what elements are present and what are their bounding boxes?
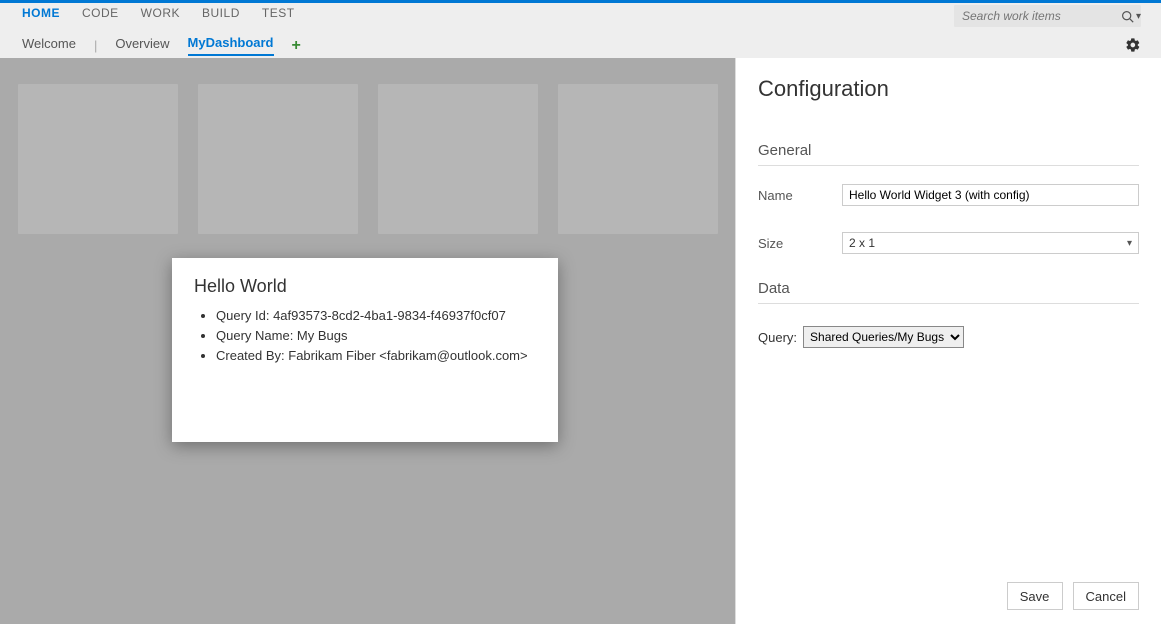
add-dashboard-icon[interactable]: + — [292, 39, 301, 53]
separator: | — [94, 38, 97, 53]
tab-build[interactable]: BUILD — [202, 6, 240, 20]
list-item: Query Name: My Bugs — [216, 327, 536, 345]
configuration-panel: Configuration General Name Size 2 x 1 ▾ … — [735, 58, 1161, 624]
subtab-mydashboard[interactable]: MyDashboard — [188, 35, 274, 56]
widget-details-list: Query Id: 4af93573-8cd2-4ba1-9834-f46937… — [194, 307, 536, 366]
dashboard-canvas: Hello World Query Id: 4af93573-8cd2-4ba1… — [0, 58, 735, 624]
search-box[interactable]: ▾ — [954, 5, 1141, 27]
save-button[interactable]: Save — [1007, 582, 1063, 610]
query-select[interactable]: Shared Queries/My Bugs — [803, 326, 964, 348]
navigation-bar: HOME CODE WORK BUILD TEST Welcome | Over… — [0, 3, 1161, 58]
name-input[interactable] — [842, 184, 1139, 206]
list-item: Created By: Fabrikam Fiber <fabrikam@out… — [216, 347, 536, 365]
cancel-button[interactable]: Cancel — [1073, 582, 1139, 610]
query-name-label: Query Name: — [216, 328, 297, 343]
widget-placeholder[interactable] — [378, 84, 538, 234]
name-label: Name — [758, 188, 842, 203]
tab-code[interactable]: CODE — [82, 6, 119, 20]
query-id-value: 4af93573-8cd2-4ba1-9834-f46937f0cf07 — [273, 308, 506, 323]
created-by-value: Fabrikam Fiber <fabrikam@outlook.com> — [288, 348, 527, 363]
footer-buttons: Save Cancel — [1007, 582, 1139, 610]
widget-placeholder[interactable] — [558, 84, 718, 234]
query-label: Query: — [758, 330, 797, 345]
name-row: Name — [758, 184, 1139, 206]
primary-tabs: HOME CODE WORK BUILD TEST — [22, 6, 295, 20]
widget-placeholder[interactable] — [18, 84, 178, 234]
search-icon[interactable]: ▾ — [1121, 10, 1141, 23]
hello-world-widget[interactable]: Hello World Query Id: 4af93573-8cd2-4ba1… — [172, 258, 558, 442]
tab-home[interactable]: HOME — [22, 6, 60, 20]
secondary-tabs: Welcome | Overview MyDashboard + — [22, 35, 301, 56]
size-select[interactable]: 2 x 1 ▾ — [842, 232, 1139, 254]
gear-icon[interactable] — [1125, 37, 1141, 58]
section-data: Data — [758, 280, 1139, 304]
chevron-down-icon: ▾ — [1127, 238, 1132, 249]
subtab-overview[interactable]: Overview — [115, 36, 169, 55]
list-item: Query Id: 4af93573-8cd2-4ba1-9834-f46937… — [216, 307, 536, 325]
query-id-label: Query Id: — [216, 308, 273, 323]
tab-work[interactable]: WORK — [141, 6, 180, 20]
size-label: Size — [758, 236, 842, 251]
query-name-value: My Bugs — [297, 328, 348, 343]
search-input[interactable] — [960, 8, 1121, 24]
size-row: Size 2 x 1 ▾ — [758, 232, 1139, 254]
subtab-welcome[interactable]: Welcome — [22, 36, 76, 55]
widget-placeholder[interactable] — [198, 84, 358, 234]
created-by-label: Created By: — [216, 348, 288, 363]
config-title: Configuration — [758, 76, 1139, 102]
tab-test[interactable]: TEST — [262, 6, 295, 20]
size-value: 2 x 1 — [849, 236, 875, 250]
query-row: Query: Shared Queries/My Bugs — [758, 326, 1139, 348]
content-area: Hello World Query Id: 4af93573-8cd2-4ba1… — [0, 58, 1161, 624]
section-general: General — [758, 142, 1139, 166]
widget-title: Hello World — [194, 276, 536, 297]
